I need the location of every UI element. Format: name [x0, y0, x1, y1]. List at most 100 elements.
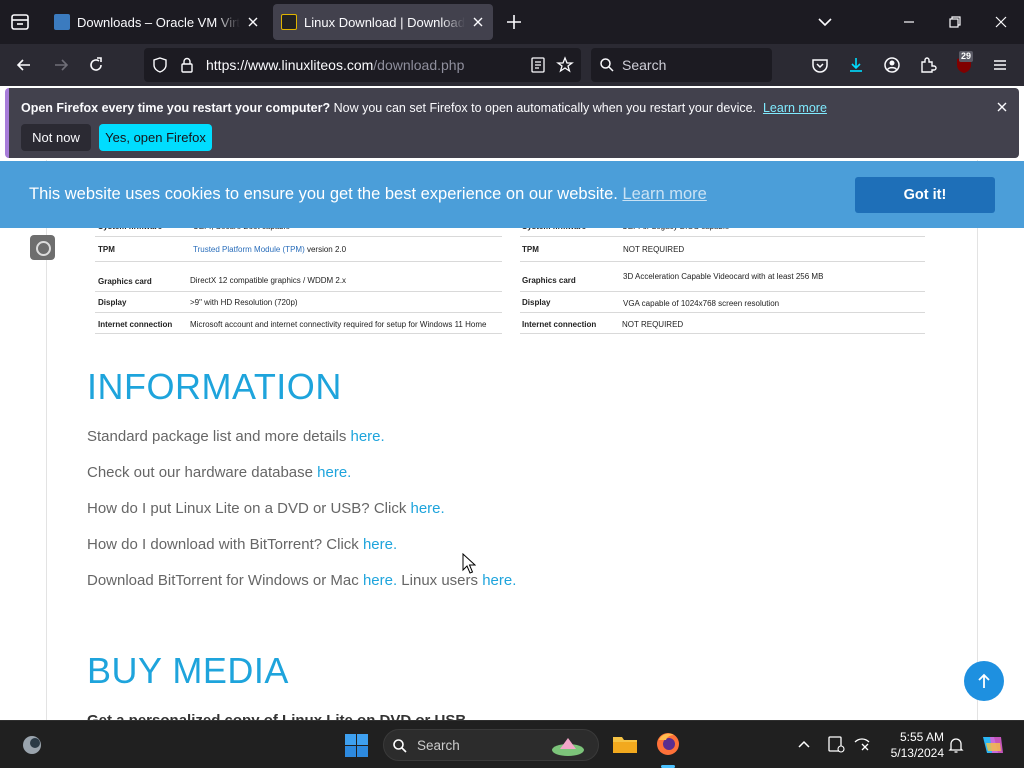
here-link[interactable]: here.	[482, 572, 516, 589]
req-value: NOT REQUIRED	[622, 320, 684, 329]
cookie-learn-more-link[interactable]: Learn more	[622, 185, 706, 203]
search-icon	[393, 739, 407, 753]
menu-icon[interactable]	[990, 55, 1010, 75]
cookie-text: This website uses cookies to ensure you …	[29, 185, 618, 203]
here-link[interactable]: here.	[363, 572, 397, 589]
taskbar-search-placeholder: Search	[417, 738, 460, 753]
req-key: TPM	[98, 245, 115, 254]
notification-text: Now you can set Firefox to open automati…	[330, 101, 757, 115]
info-line-bittorrent: How do I download with BitTorrent? Click…	[87, 536, 397, 553]
req-key: Graphics card	[98, 277, 152, 286]
search-bar[interactable]: Search	[591, 48, 772, 82]
downloads-icon[interactable]	[846, 55, 866, 75]
back-to-top-button[interactable]	[964, 661, 1004, 701]
here-link[interactable]: here.	[317, 464, 351, 481]
here-link[interactable]: here.	[410, 500, 444, 517]
yes-open-firefox-button[interactable]: Yes, open Firefox	[99, 124, 212, 151]
req-key: Internet connection	[98, 320, 173, 329]
minimize-icon[interactable]	[900, 13, 918, 31]
info-line-hardware-db: Check out our hardware database here.	[87, 464, 351, 481]
page-content: System firmware UEFI, Secure Boot capabl…	[0, 160, 1024, 720]
pocket-icon[interactable]	[810, 55, 830, 75]
tab-virtualbox[interactable]: Downloads – Oracle VM VirtualBox	[46, 4, 268, 40]
req-key: Internet connection	[522, 320, 597, 329]
system-clock[interactable]: 5:55 AM 5/13/2024	[880, 729, 944, 761]
req-value: Trusted Platform Module (TPM) version 2.…	[193, 245, 346, 254]
url-text[interactable]: https://www.linuxliteos.com/download.php	[206, 57, 464, 73]
req-value: >9" with HD Resolution (720p)	[190, 298, 298, 307]
info-text: How do I put Linux Lite on a DVD or USB?…	[87, 500, 411, 517]
information-heading: INFORMATION	[87, 366, 342, 407]
info-text: Standard package list and more details	[87, 428, 351, 445]
taskbar: Search 5:55 AM 5/13/2024	[0, 720, 1024, 768]
search-highlight-icon	[552, 738, 584, 756]
default-browser-notification: Open Firefox every time you restart your…	[5, 88, 1019, 158]
forward-icon[interactable]	[51, 55, 71, 75]
here-link[interactable]: here.	[351, 428, 385, 445]
req-value: Microsoft account and internet connectiv…	[190, 320, 487, 329]
req-value: 3D Acceleration Capable Videocard with a…	[623, 272, 824, 281]
extensions-icon[interactable]	[918, 55, 938, 75]
reload-icon[interactable]	[86, 55, 106, 75]
req-value: DirectX 12 compatible graphics / WDDM 2.…	[190, 276, 347, 285]
close-tab-icon[interactable]	[471, 15, 485, 29]
tpm-link[interactable]: Trusted Platform Module (TPM)	[193, 245, 305, 254]
account-icon[interactable]	[882, 55, 902, 75]
ublock-count-badge: 29	[959, 51, 974, 62]
info-text: Check out our hardware database	[87, 464, 318, 481]
req-key: TPM	[522, 245, 539, 254]
reader-view-icon[interactable]	[529, 56, 547, 74]
notification-bold-text: Open Firefox every time you restart your…	[21, 101, 331, 115]
tab-title: Downloads – Oracle VM VirtualBox	[77, 14, 240, 30]
tablet-icon[interactable]	[827, 735, 845, 753]
learn-more-link[interactable]: Learn more	[763, 101, 827, 115]
back-icon[interactable]	[14, 55, 34, 75]
copilot-icon[interactable]	[980, 733, 1006, 757]
notification-bell-icon[interactable]	[948, 736, 964, 754]
here-link[interactable]: here.	[363, 536, 397, 553]
list-all-tabs-icon[interactable]	[9, 11, 31, 33]
search-placeholder: Search	[622, 57, 667, 73]
firefox-icon[interactable]	[655, 731, 681, 757]
widgets-icon[interactable]	[21, 734, 43, 756]
windows-start-icon[interactable]	[345, 734, 368, 757]
buy-media-subline: Get a personalized copy of Linux Lite on…	[87, 712, 466, 720]
network-disconnected-icon[interactable]	[853, 735, 871, 753]
chevron-down-icon[interactable]	[816, 13, 834, 31]
bookmark-star-icon[interactable]	[556, 56, 574, 74]
virtualbox-icon	[54, 14, 70, 30]
cookie-message: This website uses cookies to ensure you …	[29, 185, 707, 204]
req-value: VGA capable of 1024x768 screen resolutio…	[623, 299, 780, 308]
search-icon	[600, 58, 614, 72]
url-host: https://www.linuxliteos.com	[206, 57, 374, 73]
tab-title: Linux Download | Download Linux Lite	[304, 14, 465, 30]
show-hidden-icons-icon[interactable]	[797, 737, 811, 751]
mouse-cursor-icon	[462, 553, 476, 574]
tab-linux-lite[interactable]: Linux Download | Download Linux Lite	[273, 4, 493, 40]
tab-strip: Downloads – Oracle VM VirtualBox Linux D…	[0, 0, 1024, 44]
clock-date: 5/13/2024	[890, 746, 944, 760]
req-key: Graphics card	[522, 276, 576, 285]
buy-media-heading: BUY MEDIA	[87, 650, 289, 691]
file-explorer-icon[interactable]	[612, 733, 638, 755]
info-text: How do I download with BitTorrent? Click	[87, 536, 363, 553]
nav-bar: https://www.linuxliteos.com/download.php…	[0, 44, 1024, 86]
url-bar[interactable]: https://www.linuxliteos.com/download.php	[144, 48, 581, 82]
clock-time: 5:55 AM	[899, 730, 944, 744]
taskbar-search-box[interactable]: Search	[383, 729, 599, 761]
req-key: Display	[522, 298, 551, 307]
restore-icon[interactable]	[946, 13, 964, 31]
shield-icon[interactable]	[151, 56, 169, 74]
info-line-package-list: Standard package list and more details h…	[87, 428, 385, 445]
url-path: /download.php	[373, 57, 465, 73]
close-tab-icon[interactable]	[246, 15, 260, 29]
req-value: NOT REQUIRED	[623, 245, 685, 254]
new-tab-icon[interactable]	[505, 13, 523, 31]
chat-widget-icon[interactable]	[30, 235, 55, 260]
close-icon[interactable]	[996, 101, 1008, 113]
got-it-button[interactable]: Got it!	[855, 177, 995, 213]
cookie-banner: This website uses cookies to ensure you …	[0, 161, 1024, 228]
close-window-icon[interactable]	[992, 13, 1010, 31]
not-now-button[interactable]: Not now	[21, 124, 91, 151]
lock-icon[interactable]	[178, 56, 196, 74]
